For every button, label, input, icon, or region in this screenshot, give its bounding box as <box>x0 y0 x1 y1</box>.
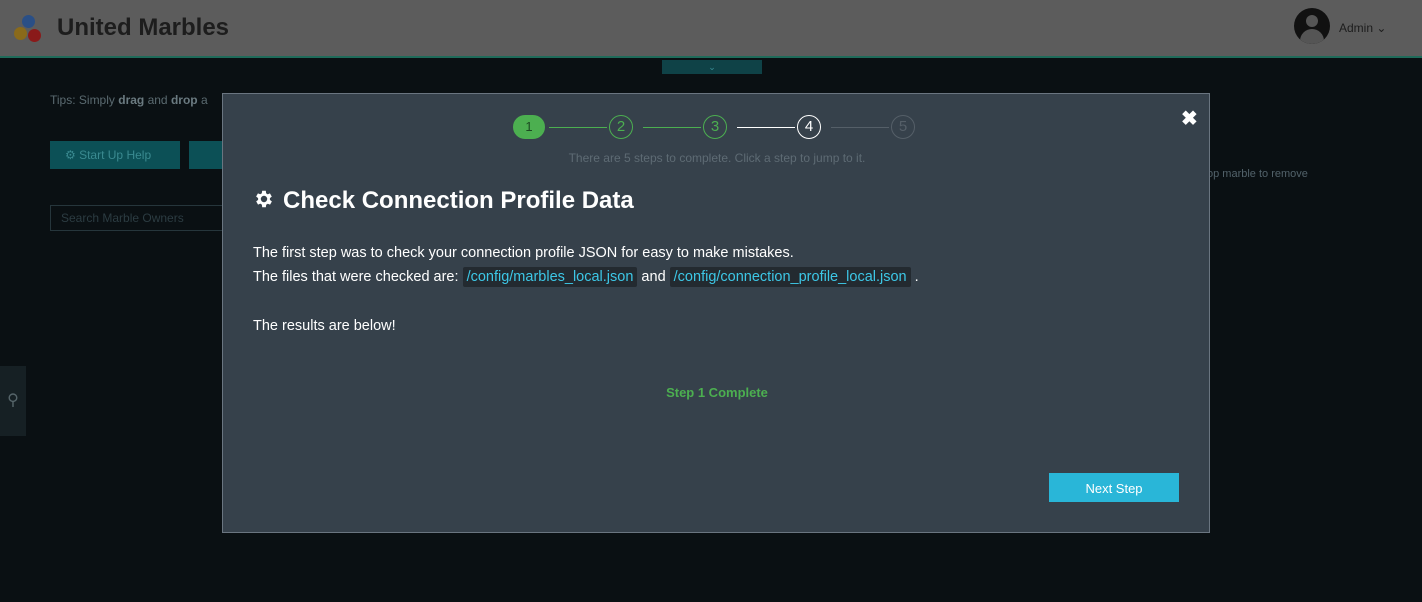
step-connector <box>643 127 701 128</box>
step-1[interactable]: 1 <box>513 115 545 139</box>
status-message: Step 1 Complete <box>666 385 768 400</box>
marbles-logo-icon <box>14 15 44 45</box>
results-text: The results are below! <box>253 318 396 334</box>
app-title: United Marbles <box>57 14 230 41</box>
step-2[interactable]: 2 <box>609 115 633 139</box>
gear-icon <box>253 188 275 217</box>
file-path-connection-profile: /config/connection_profile_local.json <box>669 267 911 287</box>
step-progress: 1 2 3 4 5 <box>513 115 933 145</box>
step-4[interactable]: 4 <box>797 115 821 139</box>
step-hint: There are 5 steps to complete. Click a s… <box>568 151 866 165</box>
step-5[interactable]: 5 <box>891 115 915 139</box>
app-header: United Marbles Admin ⌄ <box>0 0 1422 58</box>
close-icon[interactable]: ✖ <box>1181 106 1198 131</box>
avatar-icon[interactable] <box>1294 8 1330 44</box>
step-connector <box>831 127 889 128</box>
secondary-button[interactable] <box>189 141 222 169</box>
file-path-marbles-local: /config/marbles_local.json <box>462 267 638 287</box>
step-connector <box>737 127 795 128</box>
chevron-down-icon[interactable]: ⌄ <box>662 60 762 74</box>
user-menu[interactable]: Admin ⌄ <box>1339 21 1386 35</box>
remove-hint-text: op marble to remove <box>1207 168 1308 180</box>
description-line-1: The first step was to check your connect… <box>253 245 794 261</box>
startup-help-button[interactable]: ⚙ Start Up Help <box>50 141 180 169</box>
step-3[interactable]: 3 <box>703 115 727 139</box>
search-icon[interactable]: ⚲ <box>0 366 26 436</box>
gears-icon: ⚙ <box>65 148 80 162</box>
search-owners-input[interactable]: Search Marble Owners <box>50 205 250 231</box>
description-line-2: The files that were checked are: /config… <box>253 267 919 287</box>
modal-title: Check Connection Profile Data <box>253 187 634 217</box>
next-step-button[interactable]: Next Step <box>1049 473 1179 502</box>
startup-wizard-modal: ✖ 1 2 3 4 5 There are 5 steps to complet… <box>222 93 1210 533</box>
tips-text: Tips: Simply drag and drop a <box>50 93 208 107</box>
step-connector <box>549 127 607 128</box>
